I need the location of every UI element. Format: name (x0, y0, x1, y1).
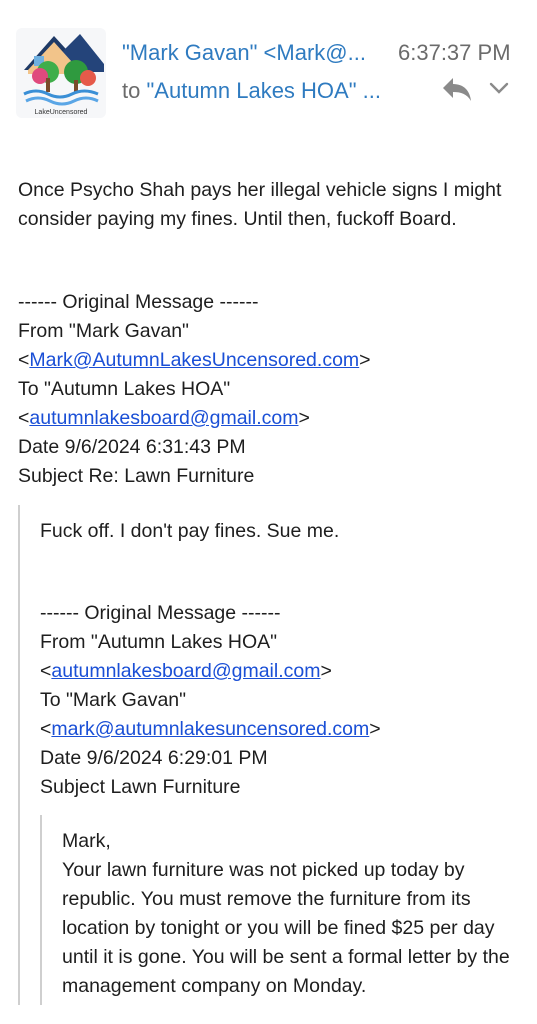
original-message-2: ------ Original Message ------ From "Aut… (40, 599, 381, 802)
original-from: From "Mark Gavan" (18, 320, 189, 342)
original-from-email-link[interactable]: Mark@AutumnLakesUncensored.com (29, 349, 359, 371)
original-separator: ------ Original Message ------ (40, 602, 281, 624)
chevron-down-icon[interactable] (488, 80, 510, 96)
original-date: Date 9/6/2024 6:31:43 PM (18, 436, 246, 458)
original-from-email-line: <Mark@AutumnLakesUncensored.com> (18, 349, 371, 371)
quoted-text: Your lawn furniture was not picked up to… (62, 859, 510, 997)
sender-name[interactable]: "Mark Gavan" <Mark@... (122, 40, 394, 66)
house-avatar-icon: LakeUncensored (16, 28, 106, 118)
original-to-email-link[interactable]: mark@autumnlakesuncensored.com (51, 718, 369, 740)
original-from-email-link[interactable]: autumnlakesboard@gmail.com (51, 660, 320, 682)
original-message-1: ------ Original Message ------ From "Mar… (18, 288, 371, 491)
quoted-message-2: Mark, Your lawn furniture was not picked… (40, 815, 522, 1005)
original-to-email-link[interactable]: autumnlakesboard@gmail.com (29, 407, 298, 429)
original-date: Date 9/6/2024 6:29:01 PM (40, 747, 268, 769)
original-to-email-line: <mark@autumnlakesuncensored.com> (40, 718, 381, 740)
original-to: To "Mark Gavan" (40, 689, 187, 711)
to-prefix: to (122, 78, 141, 103)
original-subject: Subject Lawn Furniture (40, 776, 241, 798)
quoted-body-2: Mark, Your lawn furniture was not picked… (62, 827, 522, 1001)
recipient-line[interactable]: to "Autumn Lakes HOA" ... (122, 78, 404, 104)
original-to-email-line: <autumnlakesboard@gmail.com> (18, 407, 310, 429)
sender-avatar[interactable]: LakeUncensored (14, 26, 108, 120)
original-separator: ------ Original Message ------ (18, 291, 259, 313)
reply-icon[interactable] (440, 74, 474, 104)
original-to: To "Autumn Lakes HOA" (18, 378, 231, 400)
recipient-name[interactable]: "Autumn Lakes HOA" ... (146, 78, 381, 103)
quoted-body-1: Fuck off. I don't pay fines. Sue me. (40, 520, 340, 542)
email-header: LakeUncensored "Mark Gavan" <Mark@... 6:… (0, 0, 537, 120)
original-from-email-line: <autumnlakesboard@gmail.com> (40, 660, 332, 682)
original-subject: Subject Re: Lawn Furniture (18, 465, 255, 487)
message-body: Once Psycho Shah pays her illegal vehicl… (18, 179, 502, 230)
avatar-caption: LakeUncensored (35, 109, 88, 116)
received-time: 6:37:37 PM (398, 40, 511, 65)
original-from: From "Autumn Lakes HOA" (40, 631, 278, 653)
quoted-greeting: Mark, (62, 830, 111, 852)
quoted-message-1: Fuck off. I don't pay fines. Sue me. ---… (18, 505, 537, 1005)
